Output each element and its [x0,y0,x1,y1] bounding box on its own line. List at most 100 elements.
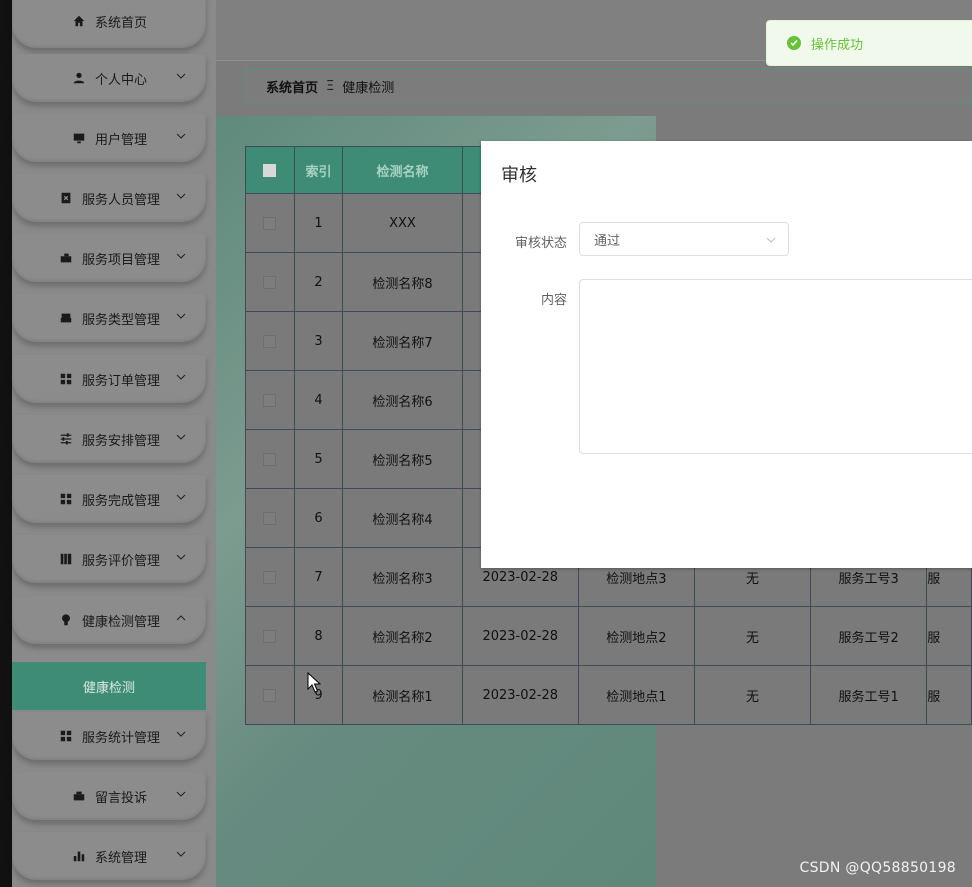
window-edge [0,0,12,887]
cell-more: 服 [926,606,972,666]
success-toast: 操作成功 [766,20,972,66]
breadcrumb: 系统首页 Ξ 健康检测 [245,68,972,104]
row-select-cell[interactable] [245,488,295,548]
sidebar-item-label: 系统首页 [94,15,147,31]
chevron-down-icon [176,494,186,500]
sidebar-item-label: 服务人员管理 [81,192,160,208]
sidebar-item-9[interactable]: 服务完成管理 [12,475,206,523]
sidebar-item-10[interactable]: 服务评价管理 [12,535,206,583]
sidebar-item-4[interactable]: 服务人员管理 [12,174,206,222]
row-checkbox[interactable] [263,216,277,230]
table-row: 8 检测名称2 2023-02-28 检测地点2 无服务工号2 服 [245,606,972,666]
sidebar-item-label: 服务订单管理 [81,373,160,389]
chevron-down-icon [176,133,186,139]
sidebar: 系统首页个人中心用户管理服务人员管理服务项目管理服务类型管理 服务订单管理服务安排… [12,0,216,887]
cell-index: 8 [293,606,344,666]
row-select-cell[interactable] [245,606,295,666]
bulb-icon [58,612,74,628]
row-checkbox[interactable] [263,629,277,643]
row-select-cell[interactable] [245,311,295,371]
sidebar-item-12[interactable]: 服务统计管理 [12,712,206,760]
cell-place: 检测地点1 [577,665,696,725]
cell-more: 服 [926,665,972,725]
sidebar-item-2[interactable]: 个人中心 [12,54,206,102]
toast-message: 操作成功 [811,37,864,53]
row-checkbox[interactable] [263,688,277,702]
sidebar-item-label: 留言投诉 [94,790,147,806]
sidebar-item-14[interactable]: 系统管理 [12,832,206,880]
row-checkbox[interactable] [263,393,277,407]
content-label: 内容 [540,293,567,308]
sidebar-item-3[interactable]: 用户管理 [12,114,206,162]
header-select-all[interactable] [245,146,295,194]
row-select-cell[interactable] [245,665,295,725]
bar-chart-icon [71,848,87,864]
grid-icon [58,728,74,744]
cell-date: 2023-02-28 [461,665,579,725]
cell-name: 检测名称1 [342,665,463,725]
row-checkbox[interactable] [263,452,277,466]
breadcrumb-home[interactable]: 系统首页 [266,77,318,96]
sidebar-item-11[interactable]: 健康检测管理 [12,596,206,644]
sidebar-item-label: 系统管理 [94,850,147,866]
cell-name: 检测名称5 [342,429,463,489]
cell-index: 1 [293,193,344,253]
grid-icon [58,491,74,507]
chevron-down-icon [176,73,186,79]
sidebar-item-1[interactable]: 系统首页 [12,0,206,48]
home-icon [71,13,87,29]
select-all-checkbox[interactable] [263,163,277,177]
status-select-value: 通过 [594,233,621,249]
sidebar-item-7[interactable]: 服务订单管理 [12,355,206,403]
sidebar-item-6[interactable]: 服务类型管理 [12,294,206,342]
sidebar-item-label: 服务类型管理 [81,312,160,328]
chevron-down-icon [766,237,776,243]
table-row: 9 检测名称1 2023-02-28 检测地点1 无服务工号1 服 [245,665,972,725]
row-select-cell[interactable] [245,370,295,430]
clipboard-icon [58,190,74,206]
sidebar-subitem-health-check[interactable]: 健康检测 [12,662,206,710]
status-select[interactable]: 通过 [579,222,789,256]
sidebar-item-label: 用户管理 [94,132,147,148]
review-dialog: 审核 审核状态 通过 内容 [481,141,972,568]
grid-icon [58,371,74,387]
chevron-down-icon [176,851,186,857]
cell-name: 检测名称2 [342,606,463,666]
chevron-down-icon [176,253,186,259]
sidebar-item-label: 服务统计管理 [81,730,160,746]
sidebar-item-label: 服务完成管理 [81,493,160,509]
dialog-title: 审核 [501,165,537,186]
row-checkbox[interactable] [263,511,277,525]
chevron-down-icon [176,554,186,560]
cell-name: 检测名称8 [342,252,463,312]
sidebar-item-5[interactable]: 服务项目管理 [12,234,206,282]
sidebar-item-8[interactable]: 服务安排管理 [12,415,206,463]
cell-note: 无 [693,665,812,725]
cell-name: 检测名称7 [342,311,463,371]
header-index: 索引 [293,146,344,194]
chevron-down-icon [176,313,186,319]
cell-date: 2023-02-28 [461,606,579,666]
chevron-down-icon [176,731,186,737]
cell-name: 检测名称6 [342,370,463,430]
cell-index: 5 [293,429,344,489]
row-checkbox[interactable] [263,275,277,289]
sidebar-item-13[interactable]: 留言投诉 [12,772,206,820]
watermark: CSDN @QQ58850198 [799,860,956,876]
row-select-cell[interactable] [245,429,295,489]
printer-icon [58,310,74,326]
cell-index: 4 [293,370,344,430]
content-textarea[interactable] [579,279,972,454]
row-select-cell[interactable] [245,547,295,607]
success-check-icon [787,36,801,50]
cell-name: XXX [342,193,463,253]
chevron-down-icon [176,193,186,199]
chevron-down-icon [176,434,186,440]
row-select-cell[interactable] [245,252,295,312]
toolbox-icon [71,788,87,804]
row-select-cell[interactable] [245,193,295,253]
row-checkbox[interactable] [263,570,277,584]
briefcase-icon [58,250,74,266]
row-checkbox[interactable] [263,334,277,348]
sidebar-item-label: 服务评价管理 [81,553,160,569]
